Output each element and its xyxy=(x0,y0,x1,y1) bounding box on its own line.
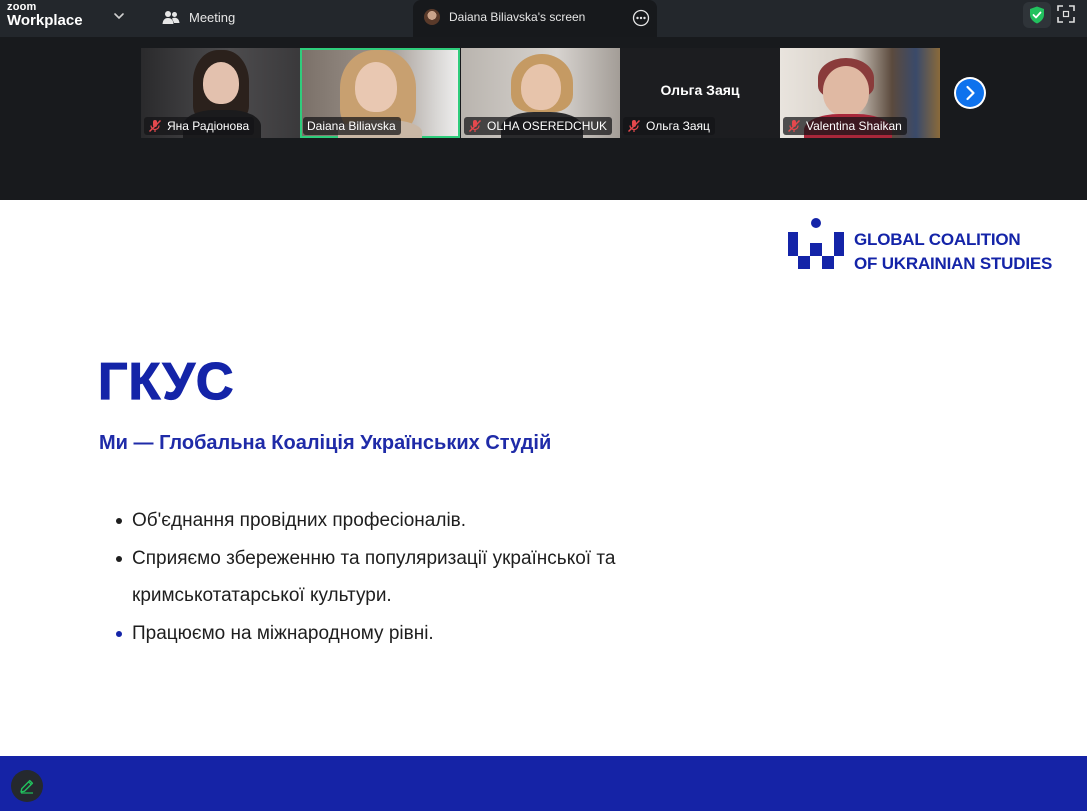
participant-face xyxy=(521,64,561,110)
participant-name-tag: Daiana Biliavska xyxy=(303,117,401,135)
more-options-icon[interactable] xyxy=(632,9,650,27)
chevron-right-icon xyxy=(966,85,975,101)
logo-line-1: GLOBAL COALITION xyxy=(854,230,1021,249)
participant-name: Яна Радіонова xyxy=(167,119,250,133)
participant-name: Ольга Заяц xyxy=(646,119,710,133)
participant-name: Valentina Shaikan xyxy=(806,119,902,133)
bullet-dot xyxy=(116,518,122,524)
video-tile-active[interactable]: Daiana Biliavska xyxy=(300,48,460,138)
participant-name-tag: Ольга Заяц xyxy=(623,117,715,135)
encryption-shield-button[interactable] xyxy=(1023,2,1051,28)
video-tile[interactable]: Valentina Shaikan xyxy=(780,48,940,138)
shared-screen-slide: GLOBAL COALITION OF UKRAINIAN STUDIES ГК… xyxy=(0,200,1087,756)
participant-name: Daiana Biliavska xyxy=(307,119,396,133)
title-bar: zoom Workplace Meeting Daiana Biliavska'… xyxy=(0,0,1087,37)
logo-line-2: OF UKRAINIAN STUDIES xyxy=(854,254,1053,273)
brand-workplace-text: Workplace xyxy=(7,12,83,29)
participant-face xyxy=(203,62,239,104)
video-tile-no-video[interactable]: Ольга Заяц Ольга Заяц xyxy=(620,48,780,138)
participant-name: OLHA OSEREDCHUK xyxy=(487,119,608,133)
participant-name-tag: Яна Радіонова xyxy=(144,117,255,135)
tab-meeting[interactable]: Meeting xyxy=(156,2,406,34)
slide-bullet: Працюємо на міжнародному рівні. xyxy=(116,615,756,653)
tab-shared-screen[interactable]: Daiana Biliavska's screen xyxy=(413,0,657,37)
muted-mic-icon xyxy=(468,119,482,133)
gcus-logo: GLOBAL COALITION OF UKRAINIAN STUDIES xyxy=(788,218,1073,274)
slide-title: ГКУС xyxy=(97,352,235,411)
participant-video-strip: Яна Радіонова Daiana Biliavska OLHA OSER… xyxy=(0,37,1087,200)
slide-bullet: Об'єднання провідних професіоналів. xyxy=(116,502,756,540)
slide-footer-band xyxy=(0,756,1087,811)
pencil-icon xyxy=(20,779,34,794)
slide-subtitle: Ми — Глобальна Коаліція Українських Студ… xyxy=(99,432,552,454)
slide-bullet: Сприяємо збереженню та популяризації укр… xyxy=(116,540,716,615)
shield-check-icon xyxy=(1030,6,1044,24)
muted-mic-icon xyxy=(627,119,641,133)
video-tile[interactable]: Яна Радіонова xyxy=(141,48,301,138)
muted-mic-icon xyxy=(787,119,801,133)
sharer-avatar xyxy=(424,9,440,25)
next-page-button-fill xyxy=(956,79,984,107)
participant-face xyxy=(823,66,869,116)
participant-face xyxy=(355,62,397,112)
zoom-window: { "app": { "brand_line1": "zoom", "brand… xyxy=(0,0,1087,811)
muted-mic-icon xyxy=(148,119,162,133)
participant-name-tag: OLHA OSEREDCHUK xyxy=(464,117,613,135)
slide-bullet-text: Сприяємо збереженню та популяризації укр… xyxy=(132,547,616,607)
annotate-button[interactable] xyxy=(11,770,43,802)
slide-bullet-text: Працюємо на міжнародному рівні. xyxy=(132,622,434,644)
chevron-down-icon[interactable] xyxy=(112,9,126,23)
zoom-workplace-logo[interactable]: zoom Workplace xyxy=(7,1,117,35)
participants-icon xyxy=(162,11,180,24)
slide-bullet-list: Об'єднання провідних професіоналів. Спри… xyxy=(116,502,756,652)
participant-name-tag: Valentina Shaikan xyxy=(783,117,907,135)
bullet-dot xyxy=(116,555,122,562)
next-page-button[interactable] xyxy=(954,77,986,109)
participant-display-name: Ольга Заяц xyxy=(660,82,740,98)
tab-meeting-label: Meeting xyxy=(189,10,236,25)
slide-bullet-text: Об'єднання провідних професіоналів. xyxy=(132,510,467,531)
gcus-logo-mark xyxy=(788,218,844,269)
video-tile[interactable]: OLHA OSEREDCHUK xyxy=(461,48,621,138)
fullscreen-icon[interactable] xyxy=(1056,4,1076,24)
bullet-dot xyxy=(116,630,122,637)
tab-shared-screen-label: Daiana Biliavska's screen xyxy=(449,10,586,24)
